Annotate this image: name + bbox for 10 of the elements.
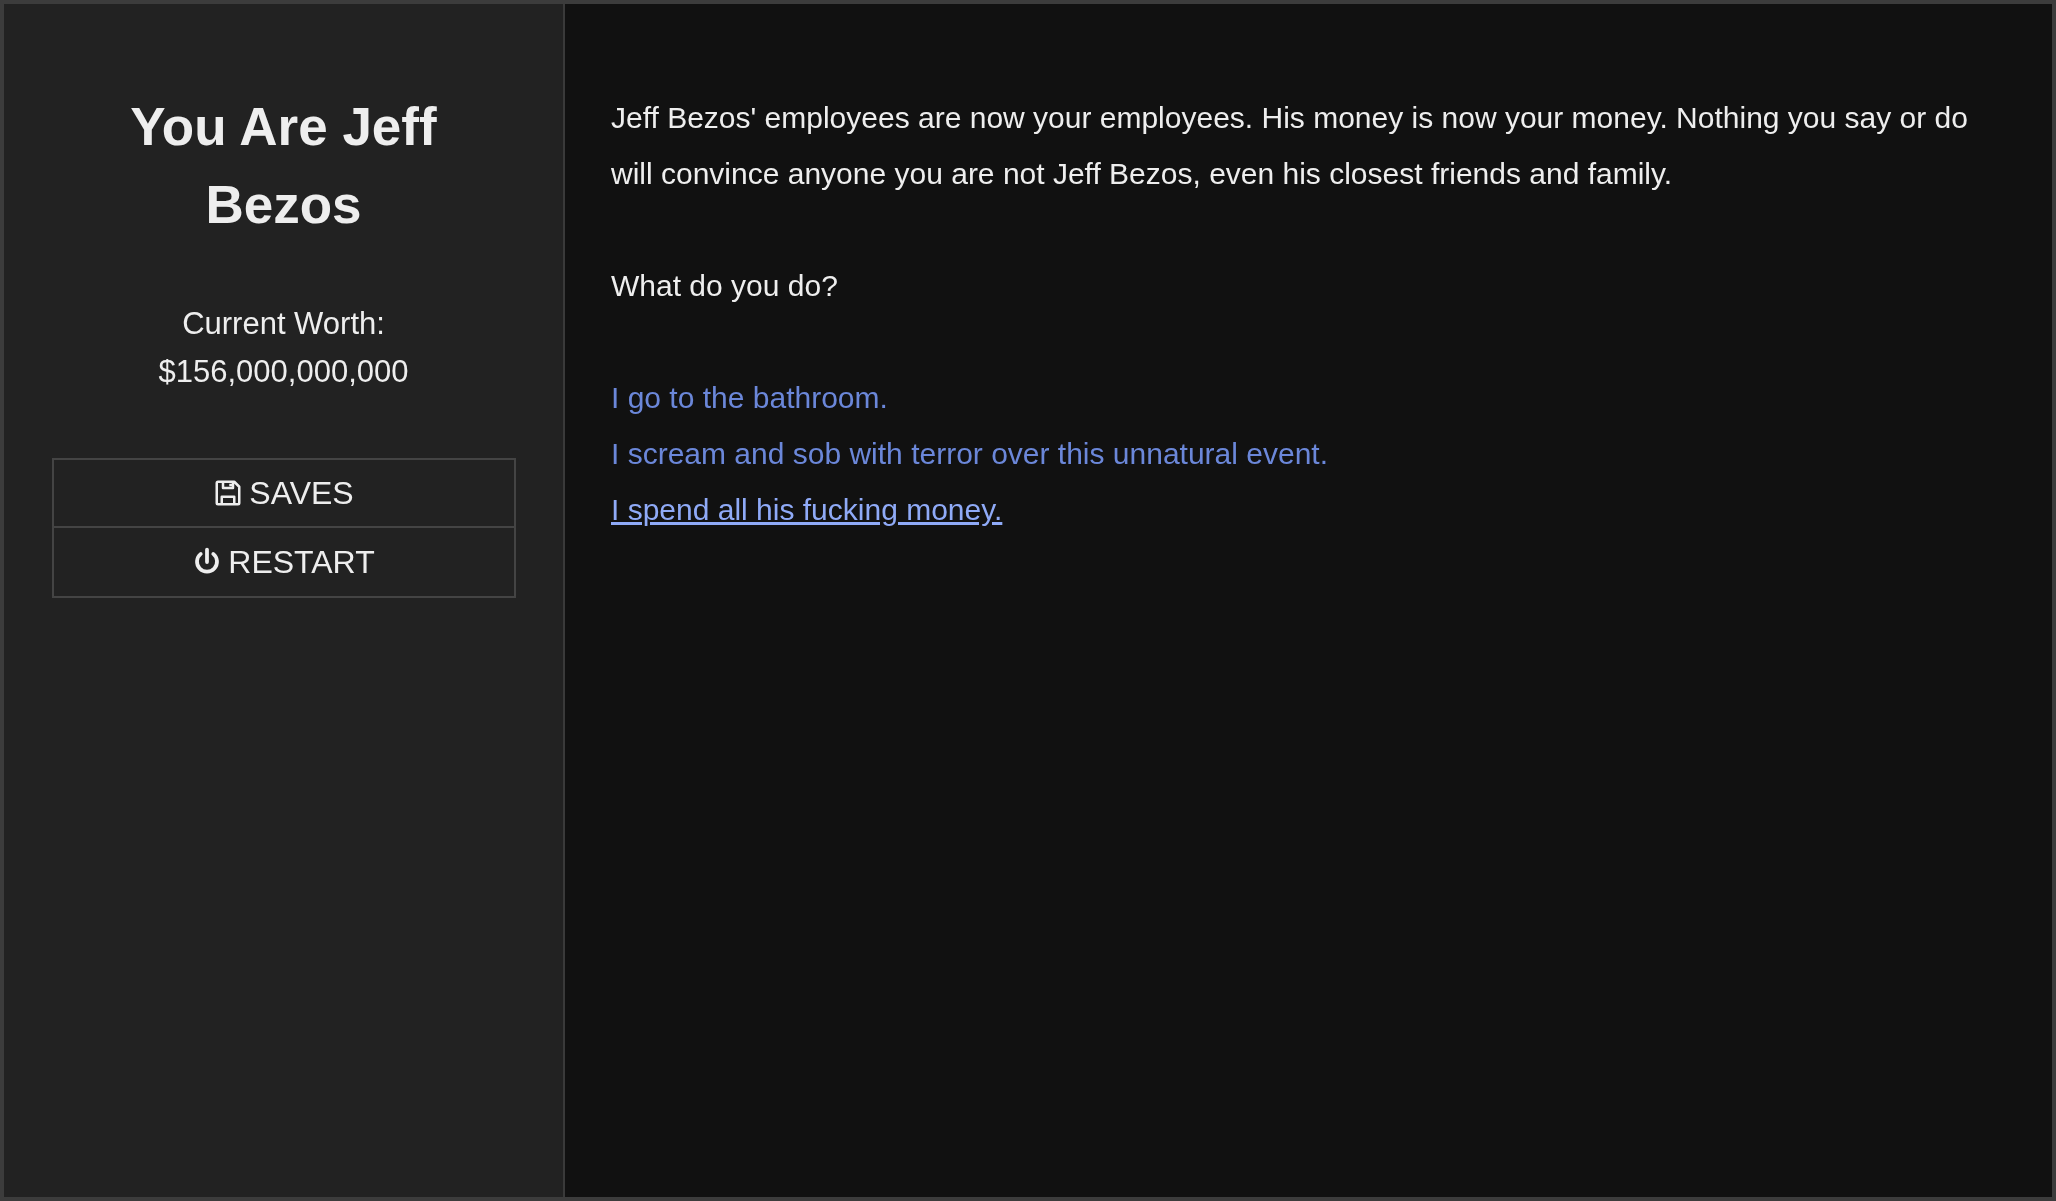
choice-link[interactable]: I go to the bathroom. <box>611 370 888 426</box>
worth-label: Current Worth: <box>181 305 386 343</box>
story-title: You Are Jeff Bezos <box>129 96 438 236</box>
choice-link[interactable]: I scream and sob with terror over this unnatural event. <box>611 426 1328 482</box>
choice-link[interactable]: I spend all his fucking money. <box>611 482 1003 538</box>
passage-text: What do you do? <box>611 268 839 304</box>
passage-text: Jeff Bezos' employees are now your employees. His money is now your money. Nothing you say or do will convince anyone you are not Jeff Bezos, even his closest friends and family. <box>611 100 1969 192</box>
saves-button[interactable]: SAVES <box>51 458 516 528</box>
worth-value: $156,000,000,000 <box>158 353 409 391</box>
restart-button[interactable]: RESTART <box>51 528 516 598</box>
